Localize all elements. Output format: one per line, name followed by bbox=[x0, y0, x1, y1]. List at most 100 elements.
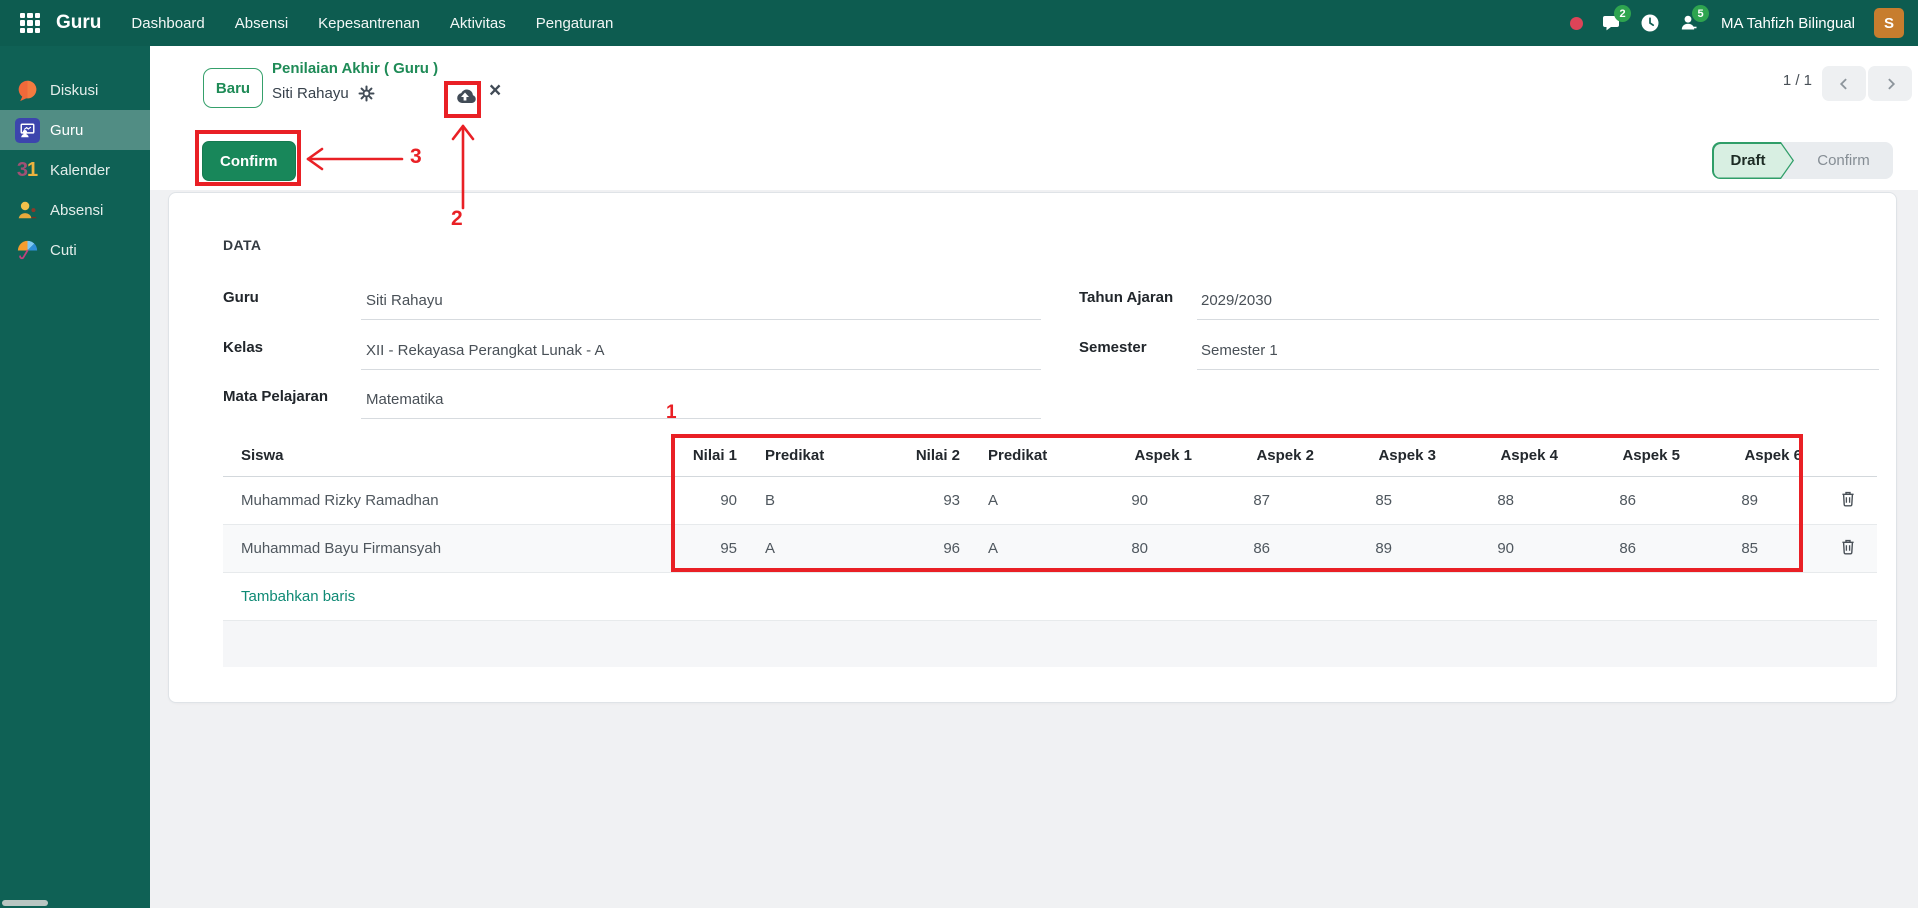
empty-row-strip bbox=[223, 620, 1877, 667]
confirm-button[interactable]: Confirm bbox=[202, 141, 296, 181]
sidebar-item-guru[interactable]: Guru bbox=[0, 110, 150, 150]
cell-aspek-3[interactable]: 89 bbox=[1330, 524, 1452, 573]
cell-aspek-5[interactable]: 86 bbox=[1574, 476, 1696, 525]
pager-next-button[interactable] bbox=[1868, 66, 1912, 101]
status-step-draft[interactable]: Draft bbox=[1712, 142, 1794, 179]
cell-aspek-1[interactable]: 90 bbox=[1086, 476, 1208, 525]
menu-pengaturan[interactable]: Pengaturan bbox=[536, 15, 614, 32]
cell-nilai-1[interactable]: 90 bbox=[691, 476, 753, 525]
delete-row-button[interactable] bbox=[1838, 488, 1858, 512]
field-value-semester[interactable]: Semester 1 bbox=[1201, 342, 1278, 359]
sidebar-item-label: Kalender bbox=[50, 161, 111, 179]
cell-aspek-6[interactable]: 89 bbox=[1696, 476, 1818, 525]
menu-absensi[interactable]: Absensi bbox=[235, 15, 288, 32]
control-panel: Baru Penilaian Akhir ( Guru ) Siti Rahay… bbox=[150, 46, 1918, 190]
sidebar-item-diskusi[interactable]: Diskusi bbox=[0, 70, 150, 110]
col-header-nilai-2: Nilai 2 bbox=[863, 436, 976, 477]
cell-nilai-2[interactable]: 93 bbox=[863, 476, 976, 525]
attendance-person-icon bbox=[14, 197, 40, 223]
delete-row-button[interactable] bbox=[1838, 536, 1858, 560]
field-label-guru: Guru bbox=[223, 289, 259, 306]
add-row-link[interactable]: Tambahkan baris bbox=[223, 573, 1877, 621]
clock-icon bbox=[1641, 14, 1659, 32]
menu-aktivitas[interactable]: Aktivitas bbox=[450, 15, 506, 32]
col-header-aspek-5: Aspek 5 bbox=[1574, 436, 1696, 477]
breadcrumb-model-link[interactable]: Penilaian Akhir ( Guru ) bbox=[272, 60, 438, 77]
cell-siswa[interactable]: Muhammad Bayu Firmansyah bbox=[223, 524, 691, 573]
cell-predikat-1[interactable]: A bbox=[753, 524, 863, 573]
cell-aspek-4[interactable]: 88 bbox=[1452, 476, 1574, 525]
notification-dot bbox=[1570, 16, 1584, 30]
grade-lines-table: Siswa Nilai 1 Predikat Nilai 2 Predikat … bbox=[223, 436, 1877, 573]
record-state-badge: Baru bbox=[203, 68, 263, 108]
field-underline bbox=[1197, 319, 1879, 320]
top-menu: Dashboard Absensi Kepesantrenan Aktivita… bbox=[131, 15, 613, 32]
sidebar-item-cuti[interactable]: Cuti bbox=[0, 230, 150, 270]
company-name[interactable]: MA Tahfizh Bilingual bbox=[1721, 15, 1855, 32]
cell-aspek-4[interactable]: 90 bbox=[1452, 524, 1574, 573]
field-value-tahun-ajaran[interactable]: 2029/2030 bbox=[1201, 292, 1272, 309]
field-underline bbox=[361, 369, 1041, 370]
breadcrumb-record: Siti Rahayu bbox=[272, 85, 375, 102]
main-content: Baru Penilaian Akhir ( Guru ) Siti Rahay… bbox=[150, 46, 1918, 908]
gear-icon[interactable] bbox=[358, 85, 375, 102]
sidebar-item-kalender[interactable]: 31 Kalender bbox=[0, 150, 150, 190]
col-header-aspek-1: Aspek 1 bbox=[1086, 436, 1208, 477]
activities-clock-icon[interactable] bbox=[1639, 12, 1661, 34]
col-header-aspek-2: Aspek 2 bbox=[1208, 436, 1330, 477]
discard-close-button[interactable]: × bbox=[489, 80, 501, 101]
menu-kepesantrenan[interactable]: Kepesantrenan bbox=[318, 15, 420, 32]
statusbar: Draft Confirm bbox=[1712, 142, 1893, 179]
sidebar-item-label: Diskusi bbox=[50, 81, 99, 99]
sidebar-scrollbar-thumb[interactable] bbox=[2, 900, 48, 906]
table-row[interactable]: Muhammad Bayu Firmansyah 95 A 96 A 80 86… bbox=[223, 524, 1877, 573]
cell-siswa[interactable]: Muhammad Rizky Ramadhan bbox=[223, 476, 691, 525]
cell-aspek-3[interactable]: 85 bbox=[1330, 476, 1452, 525]
cell-aspek-2[interactable]: 87 bbox=[1208, 476, 1330, 525]
grade-lines-list: Siswa Nilai 1 Predikat Nilai 2 Predikat … bbox=[223, 436, 1877, 667]
field-label-tahun-ajaran: Tahun Ajaran bbox=[1079, 289, 1174, 306]
cell-predikat-2[interactable]: A bbox=[976, 476, 1086, 525]
menu-dashboard[interactable]: Dashboard bbox=[131, 15, 204, 32]
sidebar-item-label: Cuti bbox=[50, 241, 77, 259]
app-sidebar: Diskusi Guru 31 Kalender Absensi Cuti bbox=[0, 46, 150, 908]
field-value-guru[interactable]: Siti Rahayu bbox=[366, 292, 443, 309]
col-header-predikat-2: Predikat bbox=[976, 436, 1086, 477]
systray: 2 5 MA Tahfizh Bilingual S bbox=[1570, 5, 1904, 38]
apps-grid-icon[interactable] bbox=[20, 13, 40, 33]
field-underline bbox=[1197, 369, 1879, 370]
user-avatar[interactable]: S bbox=[1874, 8, 1904, 38]
cell-nilai-1[interactable]: 95 bbox=[691, 524, 753, 573]
approvals-icon[interactable]: 5 bbox=[1678, 5, 1710, 34]
field-value-mata-pelajaran[interactable]: Matematika bbox=[366, 391, 444, 408]
col-header-nilai-1: Nilai 1 bbox=[691, 436, 753, 477]
cell-aspek-1[interactable]: 80 bbox=[1086, 524, 1208, 573]
save-cloud-button[interactable] bbox=[451, 86, 479, 108]
status-step-confirm[interactable]: Confirm bbox=[1794, 152, 1893, 169]
field-underline bbox=[361, 319, 1041, 320]
section-title: DATA bbox=[223, 237, 262, 253]
umbrella-icon bbox=[14, 237, 40, 263]
messages-icon[interactable]: 2 bbox=[1600, 5, 1632, 34]
cell-predikat-2[interactable]: A bbox=[976, 524, 1086, 573]
cell-predikat-1[interactable]: B bbox=[753, 476, 863, 525]
approvals-badge: 5 bbox=[1692, 5, 1710, 22]
col-header-actions bbox=[1818, 436, 1877, 477]
col-header-predikat-1: Predikat bbox=[753, 436, 863, 477]
col-header-aspek-3: Aspek 3 bbox=[1330, 436, 1452, 477]
pager-previous-button[interactable] bbox=[1822, 66, 1866, 101]
table-header-row: Siswa Nilai 1 Predikat Nilai 2 Predikat … bbox=[223, 436, 1877, 477]
app-brand[interactable]: Guru bbox=[56, 12, 101, 34]
field-value-kelas[interactable]: XII - Rekayasa Perangkat Lunak - A bbox=[366, 342, 604, 359]
cell-aspek-5[interactable]: 86 bbox=[1574, 524, 1696, 573]
cell-aspek-6[interactable]: 85 bbox=[1696, 524, 1818, 573]
field-label-semester: Semester bbox=[1079, 339, 1147, 356]
top-navbar: Guru Dashboard Absensi Kepesantrenan Akt… bbox=[0, 0, 1918, 46]
table-row[interactable]: Muhammad Rizky Ramadhan 90 B 93 A 90 87 … bbox=[223, 476, 1877, 525]
sidebar-item-absensi[interactable]: Absensi bbox=[0, 190, 150, 230]
form-sheet: DATA Guru Siti Rahayu Kelas XII - Rekaya… bbox=[168, 192, 1897, 703]
cell-aspek-2[interactable]: 86 bbox=[1208, 524, 1330, 573]
messages-badge: 2 bbox=[1614, 5, 1632, 22]
cell-nilai-2[interactable]: 96 bbox=[863, 524, 976, 573]
guru-app-icon bbox=[14, 117, 40, 143]
